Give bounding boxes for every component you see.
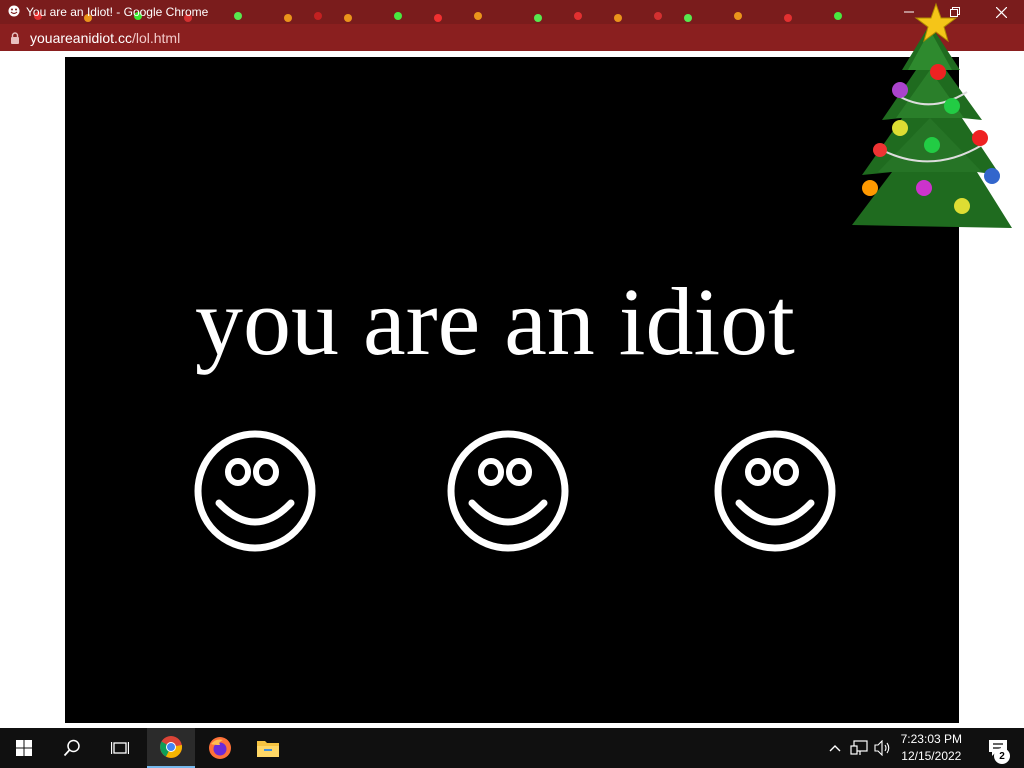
volume-icon: [874, 740, 890, 756]
windows-taskbar: 7:23:03 PM 12/15/2022 2: [0, 728, 1024, 768]
window-title: You are an Idiot! - Google Chrome: [26, 5, 209, 19]
url-host[interactable]: youareanidiot.cc: [30, 30, 132, 46]
chrome-icon: [160, 736, 183, 758]
smiley-icon: [8, 5, 20, 20]
christmas-tree-icon: [852, 2, 1012, 228]
headline-text: you are an idiot: [195, 268, 795, 375]
taskbar-file-explorer[interactable]: [244, 728, 292, 768]
start-button[interactable]: [0, 728, 48, 768]
url-path[interactable]: /lol.html: [132, 30, 180, 46]
clock-time: 7:23:03 PM: [900, 732, 962, 746]
windows-start-icon: [16, 740, 32, 756]
file-explorer-icon: [257, 741, 279, 757]
search-icon: [63, 739, 80, 757]
taskbar-chrome[interactable]: [147, 728, 195, 768]
smiley-face-icon: [194, 430, 316, 552]
task-view-button[interactable]: [96, 728, 144, 768]
volume-button[interactable]: [872, 728, 894, 768]
taskbar-firefox[interactable]: [196, 728, 244, 768]
notification-count-badge: 2: [994, 748, 1010, 764]
task-view-icon: [111, 742, 129, 754]
clock-date: 12/15/2022: [901, 749, 962, 763]
taskbar-clock[interactable]: 7:23:03 PM 12/15/2022: [901, 731, 962, 765]
smiley-face-icon: [447, 430, 569, 552]
firefox-icon: [209, 737, 231, 759]
network-button[interactable]: [848, 728, 870, 768]
search-button[interactable]: [48, 728, 96, 768]
network-icon: [850, 740, 868, 755]
chevron-up-icon: [829, 745, 841, 752]
content-box: you are an idiot: [65, 57, 959, 723]
tray-overflow-button[interactable]: [826, 728, 844, 768]
lock-icon[interactable]: [10, 31, 20, 44]
smiley-face-icon: [714, 430, 836, 552]
